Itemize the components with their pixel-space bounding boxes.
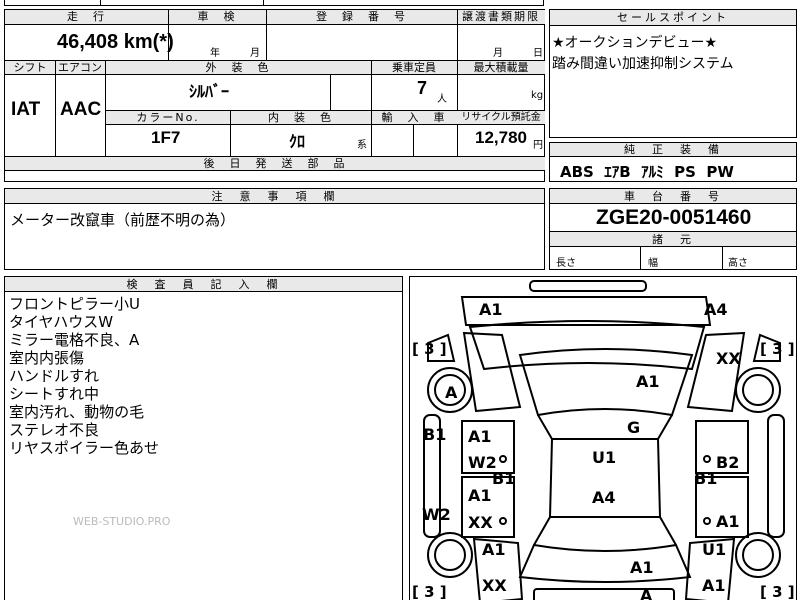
- caution-header: 注 意 事 項 欄: [5, 189, 544, 204]
- color-no-value: 1F7: [151, 128, 181, 147]
- main-info-table: 走 行 車 検 登 録 番 号 譲渡書類期限 46,408 km(*) 年 月 …: [4, 9, 545, 182]
- damage-mark-front-right-fender: XX: [716, 349, 741, 368]
- shaken-month-label: 月: [250, 48, 260, 59]
- length-label: 長さ: [556, 258, 576, 269]
- chassis-header: 車 台 番 号: [550, 189, 796, 204]
- capacity-value: 7: [417, 78, 428, 98]
- damage-mark-roof-rear: A4: [592, 488, 616, 507]
- sales-point-line-2: 踏み間違い加速抑制システム: [552, 56, 734, 72]
- damage-mark-right-rear-quarter: A1: [702, 576, 726, 595]
- inspector-line: 室内汚れ、動物の毛: [9, 403, 145, 421]
- ac-header: エアコン: [55, 61, 105, 75]
- interior-header: 内 装 色: [230, 111, 371, 125]
- tire-tread-front-left: [ 3 ]: [412, 340, 447, 358]
- sales-point-box: セールスポイント ★オークションデビュー★ 踏み間違い加速抑制システム: [549, 9, 797, 138]
- shaken-year-label: 年: [210, 48, 220, 59]
- transfer-day-label: 日: [533, 48, 543, 59]
- damage-mark-left-rear-door: A1: [468, 486, 492, 505]
- inspector-box: 検 査 員 記 入 欄 フロントピラー小U タイヤハウスW ミラー電格不良、A …: [4, 276, 403, 600]
- damage-mark-left-step: B1: [423, 425, 447, 444]
- mileage-value: 46,408 km(*): [57, 31, 174, 53]
- damage-mark-left-rear-fender: A1: [482, 540, 506, 559]
- interior-value: ｸﾛ: [289, 132, 306, 151]
- dims-header: 諸 元: [550, 232, 796, 247]
- ac-value: AAC: [60, 99, 102, 120]
- car-diagram-box: [ 3 ] [ 3 ] [ 3 ] [ 3 ] A1 A4 XX A A1 G …: [409, 276, 797, 600]
- chassis-value: ZGE20-0051460: [596, 206, 752, 229]
- damage-mark-rear-bumper: A: [640, 586, 653, 600]
- equipment-value: ABS ｴｱB ｱﾙﾐ PS PW: [560, 163, 734, 181]
- tire-tread-rear-right: [ 3 ]: [760, 583, 795, 600]
- caution-value: メーター改竄車（前歴不明の為）: [10, 211, 236, 229]
- damage-mark-left-step-lower: W2: [422, 505, 451, 524]
- damage-mark-left-rear-door-lower: XX: [468, 513, 493, 532]
- inspector-header: 検 査 員 記 入 欄: [5, 277, 402, 292]
- width-label: 幅: [648, 258, 658, 269]
- height-label: 高さ: [728, 258, 748, 269]
- watermark: WEB-STUDIO.PRO: [73, 515, 171, 528]
- equipment-box: 純 正 装 備 ABS ｴｱB ｱﾙﾐ PS PW: [549, 142, 797, 182]
- shift-value: IAT: [11, 99, 41, 120]
- inspector-line: シートすれ中: [9, 385, 100, 403]
- interior-suffix: 系: [357, 140, 367, 151]
- damage-mark-right-pillar: B1: [694, 469, 718, 488]
- damage-mark-rear-window: A1: [630, 558, 654, 577]
- top-strip: [4, 0, 544, 6]
- inspector-line: ステレオ不良: [9, 421, 100, 439]
- load-unit: kg: [531, 90, 544, 101]
- inspector-line: フロントピラー小U: [9, 295, 140, 313]
- shaken-header: 車 検: [168, 10, 266, 25]
- load-header: 最大積載量: [457, 61, 545, 75]
- recycle-unit: 円: [533, 140, 543, 151]
- exterior-header: 外 装 色: [105, 61, 371, 75]
- caution-box: 注 意 事 項 欄 メーター改竄車（前歴不明の為）: [4, 188, 545, 270]
- recycle-value: 12,780: [475, 128, 527, 147]
- inspector-line: ミラー電格不良、A: [9, 331, 140, 349]
- import-header: 輸 入 車: [371, 111, 457, 125]
- capacity-unit: 人: [437, 94, 447, 105]
- damage-mark-roof-front: U1: [592, 448, 617, 467]
- tire-tread-front-right: [ 3 ]: [760, 340, 795, 358]
- damage-mark-right-rear-door: A1: [716, 512, 740, 531]
- recycle-header: リサイクル預託金: [457, 111, 545, 125]
- color-no-header: カラーNo.: [106, 111, 230, 125]
- damage-mark-right-front-door: B2: [716, 453, 740, 472]
- registration-header: 登 録 番 号: [266, 10, 457, 25]
- damage-mark-right-rear-fender: U1: [702, 540, 727, 559]
- sales-point-header: セールスポイント: [550, 10, 796, 26]
- damage-mark-front-left-bumper: A1: [479, 300, 503, 319]
- inspector-line: ハンドルすれ: [9, 367, 100, 385]
- damage-mark-front-right-bumper: A4: [704, 300, 728, 319]
- capacity-header: 乗車定員: [371, 61, 457, 75]
- damage-mark-front-left-tire: A: [445, 383, 458, 402]
- damage-mark-left-pillar: B1: [492, 469, 516, 488]
- later-parts-header: 後 日 発 送 部 品: [5, 157, 545, 171]
- inspector-line: リヤスポイラー色あせ: [9, 439, 160, 457]
- sales-point-line-1: ★オークションデビュー★: [552, 35, 718, 51]
- transfer-month-label: 月: [493, 48, 503, 59]
- inspector-notes: フロントピラー小U タイヤハウスW ミラー電格不良、A 室内内張傷 ハンドルすれ…: [9, 295, 159, 457]
- shift-header: シフト: [5, 61, 55, 75]
- damage-mark-left-front-door: A1: [468, 427, 492, 446]
- inspector-line: タイヤハウスW: [9, 313, 114, 331]
- mileage-header: 走 行: [5, 10, 168, 25]
- chassis-box: 車 台 番 号 ZGE20-0051460 諸 元 長さ 幅 高さ: [549, 188, 797, 270]
- exterior-value: ｼﾙﾊﾞｰ: [189, 82, 230, 101]
- tire-tread-rear-left: [ 3 ]: [412, 583, 447, 600]
- damage-mark-left-rear-quarter: XX: [482, 576, 507, 595]
- transfer-header: 譲渡書類期限: [457, 10, 545, 25]
- damage-mark-hood: A1: [636, 372, 660, 391]
- equipment-header: 純 正 装 備: [550, 143, 796, 157]
- damage-mark-windshield: G: [627, 418, 641, 437]
- inspector-line: 室内内張傷: [9, 349, 85, 367]
